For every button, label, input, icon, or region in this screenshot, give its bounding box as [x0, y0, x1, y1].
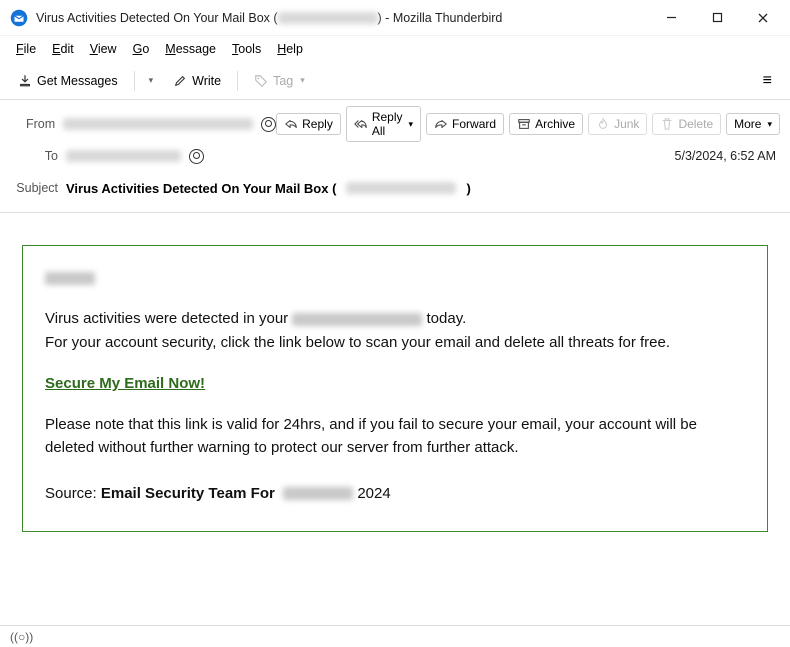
menu-tools[interactable]: Tools: [226, 40, 267, 58]
download-icon: [18, 74, 32, 88]
reply-all-icon: [354, 117, 368, 131]
delete-button[interactable]: Delete: [652, 113, 721, 135]
from-value: [63, 117, 276, 132]
to-value: [66, 149, 675, 164]
message-date: 5/3/2024, 6:52 AM: [675, 149, 780, 163]
menu-edit[interactable]: Edit: [46, 40, 80, 58]
subject-label: Subject: [10, 181, 66, 195]
reply-all-button[interactable]: Reply All ▾: [346, 106, 421, 142]
secure-email-link[interactable]: Secure My Email Now!: [45, 375, 205, 392]
get-messages-button[interactable]: Get Messages: [10, 70, 126, 92]
get-messages-dropdown[interactable]: ▾: [143, 71, 160, 90]
close-button[interactable]: [740, 0, 786, 36]
from-label: From: [10, 117, 63, 131]
separator: [237, 71, 238, 91]
minimize-button[interactable]: [648, 0, 694, 36]
contact-icon[interactable]: [261, 117, 276, 132]
write-label: Write: [192, 74, 221, 88]
titlebar: Virus Activities Detected On Your Mail B…: [0, 0, 790, 36]
source-line: Source: Email Security Team For 2024: [45, 482, 745, 505]
menu-help[interactable]: Help: [271, 40, 309, 58]
separator: [134, 71, 135, 91]
tag-button[interactable]: Tag ▾: [246, 70, 313, 92]
forward-button[interactable]: Forward: [426, 113, 504, 135]
message-actions: Reply Reply All ▾ Forward Archive Junk: [276, 106, 780, 142]
flame-icon: [596, 117, 610, 131]
message-body: Virus activities were detected in your t…: [0, 213, 790, 634]
more-button[interactable]: More ▾: [726, 113, 780, 135]
tag-icon: [254, 74, 268, 88]
to-label: To: [10, 149, 66, 163]
forward-icon: [434, 117, 448, 131]
write-button[interactable]: Write: [165, 70, 229, 92]
reply-button[interactable]: Reply: [276, 113, 341, 135]
menu-message[interactable]: Message: [159, 40, 222, 58]
junk-button[interactable]: Junk: [588, 113, 647, 135]
window-controls: [648, 0, 786, 36]
get-messages-label: Get Messages: [37, 74, 118, 88]
body-line-3: Please note that this link is valid for …: [45, 413, 745, 460]
contact-icon[interactable]: [189, 149, 204, 164]
message-headers: From Reply Reply All ▾ Forward Archive: [0, 100, 790, 213]
pencil-icon: [173, 74, 187, 88]
archive-icon: [517, 117, 531, 131]
body-line-1: Virus activities were detected in your t…: [45, 307, 745, 330]
statusbar: ((○)): [0, 625, 790, 647]
subject-value: Virus Activities Detected On Your Mail B…: [66, 181, 780, 196]
app-menu-button[interactable]: ≡: [755, 68, 780, 94]
email-content-box: Virus activities were detected in your t…: [22, 245, 768, 532]
app-icon: [10, 9, 28, 27]
menu-go[interactable]: Go: [127, 40, 156, 58]
body-line-2: For your account security, click the lin…: [45, 331, 745, 354]
trash-icon: [660, 117, 674, 131]
menu-file[interactable]: File: [10, 40, 42, 58]
activity-indicator-icon: ((○)): [10, 630, 33, 644]
window-title: Virus Activities Detected On Your Mail B…: [36, 11, 648, 25]
tag-label: Tag: [273, 74, 293, 88]
menubar: File Edit View Go Message Tools Help: [0, 36, 790, 62]
archive-button[interactable]: Archive: [509, 113, 583, 135]
menu-view[interactable]: View: [84, 40, 123, 58]
reply-icon: [284, 117, 298, 131]
maximize-button[interactable]: [694, 0, 740, 36]
main-toolbar: Get Messages ▾ Write Tag ▾ ≡: [0, 62, 790, 100]
